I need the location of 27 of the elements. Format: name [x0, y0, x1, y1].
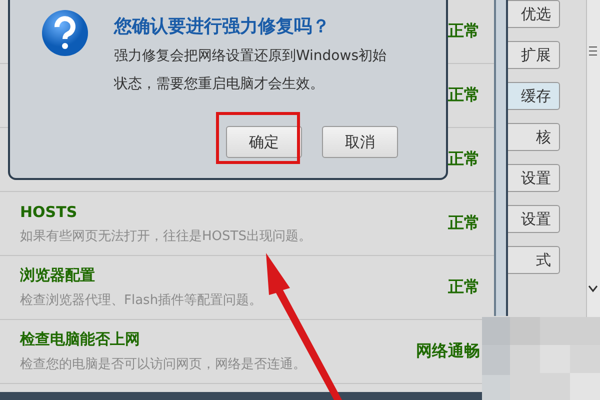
dialog-title: 您确认要进行强力修复吗？	[114, 15, 331, 38]
item-title: 浏览器配置	[20, 266, 96, 285]
side-button[interactable]: 式	[508, 246, 560, 274]
status-text: 正常	[448, 149, 480, 170]
item-description: 如果有些网页无法打开，往往是HOSTS出现问题。	[20, 228, 312, 244]
question-icon	[40, 8, 90, 58]
dialog-message: 强力修复会把网络设置还原到Windows初始状态，需要您重启电脑才会生效。	[114, 47, 388, 94]
side-button[interactable]: 缓存	[508, 82, 560, 110]
status-text: 正常	[448, 277, 480, 298]
item-description: 检查浏览器代理、Flash插件等配置问题。	[20, 292, 264, 309]
ok-button[interactable]: 确定	[226, 126, 302, 158]
status-text: 正常	[448, 213, 480, 234]
grip-icon	[589, 46, 597, 56]
item-title: 检查电脑能否上网	[20, 330, 141, 349]
side-button[interactable]: 设置	[508, 205, 560, 233]
side-button[interactable]: 优选	[508, 0, 560, 28]
splitter-bar[interactable]	[494, 0, 508, 316]
chevron-down-icon	[588, 285, 598, 293]
status-text: 网络通畅	[416, 341, 480, 362]
side-button[interactable]: 核	[508, 123, 560, 151]
status-text: 正常	[448, 85, 480, 106]
item-title: HOSTS	[20, 202, 78, 220]
side-button[interactable]: 设置	[508, 164, 560, 192]
item-description: 检查您的电脑是否可以访问网页，网络是否连通。	[20, 356, 307, 373]
status-text: 正常	[448, 21, 480, 42]
cancel-button[interactable]: 取消	[322, 126, 398, 158]
side-button[interactable]: 扩展	[508, 41, 560, 69]
